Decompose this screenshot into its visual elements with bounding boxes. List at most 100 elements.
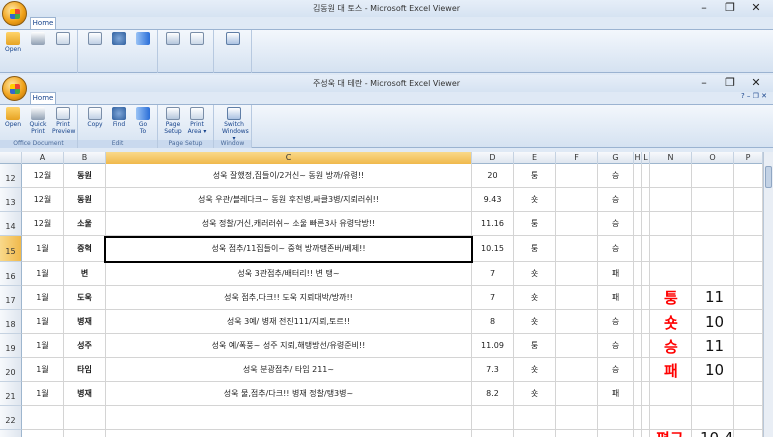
cell-a20[interactable]: 1월 (22, 358, 64, 381)
cell-c18[interactable]: 성욱 3예/ 병재 전진111/지뢰,토르!! (106, 310, 472, 333)
cell-p15[interactable] (734, 236, 763, 261)
cell-o13[interactable] (692, 188, 734, 211)
cell-f19[interactable] (556, 334, 598, 357)
cell-n15[interactable] (650, 236, 692, 261)
cell-g22[interactable] (598, 406, 634, 429)
cell-e23[interactable] (514, 430, 556, 437)
cell-g19[interactable]: 승 (598, 334, 634, 357)
cell-n21[interactable] (650, 382, 692, 405)
spreadsheet-grid[interactable]: A B C D E F G H L N O P 12 13 14 15 16 17 18 19… (0, 152, 773, 437)
cell-c13[interactable]: 성욱 우관/블레다크~ 동원 후진병,싸클3병/지뢰러쉬!! (106, 188, 472, 211)
cell-p22[interactable] (734, 406, 763, 429)
cell-b17[interactable]: 도욱 (64, 286, 106, 309)
cell-c16[interactable]: 성욱 3관점추/배터리!! 변 탱~ (106, 262, 472, 285)
cell-p13[interactable] (734, 188, 763, 211)
cell-a16[interactable]: 1월 (22, 262, 64, 285)
cell-h20[interactable] (634, 358, 642, 381)
row-header-17[interactable]: 17 (0, 286, 22, 310)
back-close-button[interactable]: ✕ (743, 1, 769, 14)
back-switch-windows-button[interactable] (222, 31, 244, 46)
cell-g13[interactable]: 승 (598, 188, 634, 211)
cell-f23[interactable] (556, 430, 598, 437)
open-button[interactable]: Open (2, 106, 24, 128)
column-header-c[interactable]: C (106, 152, 472, 164)
select-all-corner[interactable] (0, 152, 22, 164)
cell-b14[interactable]: 소울 (64, 212, 106, 235)
cell-l17[interactable] (642, 286, 650, 309)
cell-g21[interactable]: 패 (598, 382, 634, 405)
cell-l19[interactable] (642, 334, 650, 357)
cell-p17[interactable] (734, 286, 763, 309)
cell-f21[interactable] (556, 382, 598, 405)
cell-f20[interactable] (556, 358, 598, 381)
cell-c12[interactable]: 성욱 잘했정,집들이/2거신~ 동원 방까/유령!! (106, 164, 472, 187)
cell-h13[interactable] (634, 188, 642, 211)
cell-a21[interactable]: 1월 (22, 382, 64, 405)
back-page-setup-button[interactable] (162, 31, 184, 46)
cell-n16[interactable] (650, 262, 692, 285)
cell-l12[interactable] (642, 164, 650, 187)
row-header-23[interactable]: 23 (0, 430, 22, 437)
cell-a19[interactable]: 1월 (22, 334, 64, 357)
cell-e15[interactable]: 퉁 (514, 236, 556, 261)
row-header-15[interactable]: 15 (0, 236, 22, 262)
page-setup-button[interactable]: Page Setup (162, 106, 184, 135)
front-minimize-button[interactable]: – (691, 76, 717, 89)
cell-g12[interactable]: 승 (598, 164, 634, 187)
cell-b18[interactable]: 병재 (64, 310, 106, 333)
cell-l21[interactable] (642, 382, 650, 405)
cell-a17[interactable]: 1월 (22, 286, 64, 309)
back-find-button[interactable] (108, 31, 130, 46)
column-header-e[interactable]: E (514, 152, 556, 164)
row-header-19[interactable]: 19 (0, 334, 22, 358)
goto-button[interactable]: Go To (132, 106, 154, 135)
cell-n13[interactable] (650, 188, 692, 211)
column-header-h[interactable]: H (634, 152, 642, 164)
copy-button[interactable]: Copy (84, 106, 106, 128)
cell-p23[interactable] (734, 430, 763, 437)
cell-e16[interactable]: 숏 (514, 262, 556, 285)
quick-print-button[interactable]: Quick Print (27, 106, 49, 135)
vertical-scrollbar[interactable] (763, 152, 773, 437)
column-header-d[interactable]: D (472, 152, 514, 164)
column-header-n[interactable]: N (650, 152, 692, 164)
cell-e22[interactable] (514, 406, 556, 429)
cell-f15[interactable] (556, 236, 598, 261)
cell-g20[interactable]: 승 (598, 358, 634, 381)
column-header-l[interactable]: L (642, 152, 650, 164)
cell-d20[interactable]: 7.3 (472, 358, 514, 381)
cell-f14[interactable] (556, 212, 598, 235)
cell-d13[interactable]: 9.43 (472, 188, 514, 211)
cell-h16[interactable] (634, 262, 642, 285)
back-print-preview-button[interactable] (52, 31, 74, 46)
cell-c22[interactable] (106, 406, 472, 429)
back-print-area-button[interactable] (186, 31, 208, 46)
cell-a14[interactable]: 12월 (22, 212, 64, 235)
cell-p16[interactable] (734, 262, 763, 285)
cell-l20[interactable] (642, 358, 650, 381)
cell-c21[interactable]: 성욱 물,점추/다크!! 병재 정찰/탱3병~ (106, 382, 472, 405)
back-quick-print-button[interactable] (27, 31, 49, 46)
cell-h12[interactable] (634, 164, 642, 187)
cell-b21[interactable]: 병재 (64, 382, 106, 405)
cell-c19[interactable]: 성욱 예/폭풍~ 성주 지뢰,해탱방선/유령준비!! (106, 334, 472, 357)
cell-d23[interactable] (472, 430, 514, 437)
find-button[interactable]: Find (108, 106, 130, 128)
cell-a13[interactable]: 12월 (22, 188, 64, 211)
column-header-b[interactable]: B (64, 152, 106, 164)
cell-g17[interactable]: 패 (598, 286, 634, 309)
cell-f12[interactable] (556, 164, 598, 187)
front-restore-button[interactable]: ❐ (717, 76, 743, 89)
scrollbar-thumb[interactable] (765, 166, 772, 188)
cell-c15[interactable]: 성욱 점추/11집들이~ 중혁 방까탱존버/베제!! (106, 236, 472, 261)
cell-a12[interactable]: 12월 (22, 164, 64, 187)
cell-a18[interactable]: 1월 (22, 310, 64, 333)
cell-b19[interactable]: 성주 (64, 334, 106, 357)
column-header-p[interactable]: P (734, 152, 763, 164)
cell-l18[interactable] (642, 310, 650, 333)
cell-g14[interactable]: 승 (598, 212, 634, 235)
cell-c14[interactable]: 성욱 정찰/거신,캐러러쉬~ 소울 빠른3사 유령닥방!! (106, 212, 472, 235)
back-copy-button[interactable] (84, 31, 106, 46)
cell-d22[interactable] (472, 406, 514, 429)
front-office-button[interactable] (2, 76, 27, 101)
